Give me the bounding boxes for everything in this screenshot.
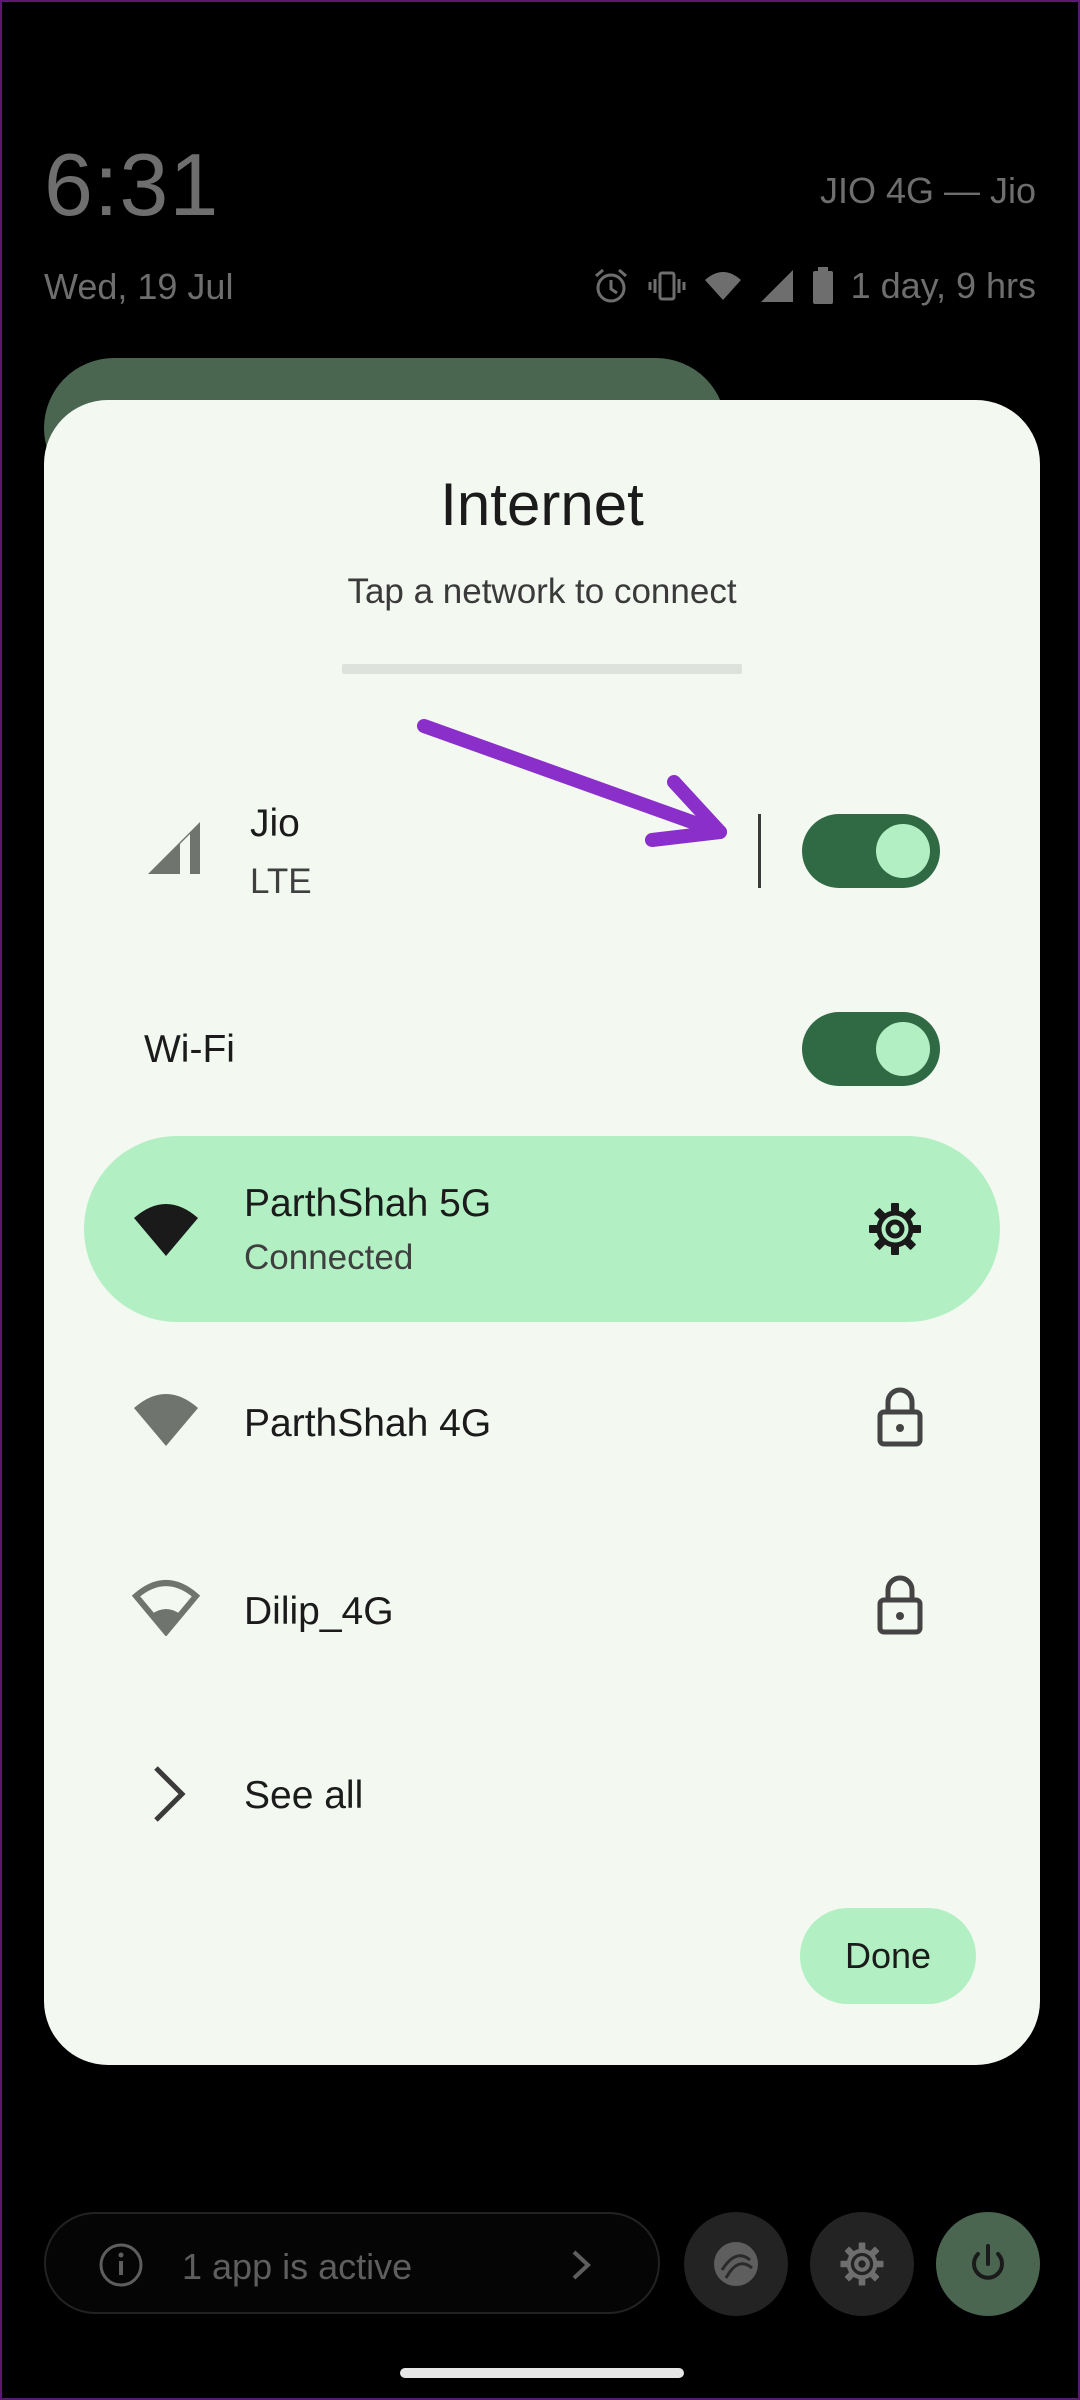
wifi-icon	[703, 266, 743, 306]
network-name: ParthShah 4G	[244, 1402, 492, 1445]
home-indicator[interactable]	[400, 2368, 684, 2378]
power-button[interactable]	[936, 2212, 1040, 2316]
chevron-right-icon	[148, 1764, 188, 1829]
internet-dialog: Internet Tap a network to connect Jio LT…	[44, 400, 1040, 2065]
lock-icon	[876, 1386, 924, 1453]
gear-icon	[840, 2242, 884, 2286]
dialog-title: Internet	[440, 471, 644, 538]
wifi-icon	[132, 1390, 200, 1453]
status-icons: 1 day, 9 hrs	[591, 262, 1036, 310]
see-all-row[interactable]: See all	[44, 1714, 1040, 1874]
clock: 6:31	[44, 135, 220, 234]
mobile-network-name: Jio	[250, 802, 300, 845]
lock-icon	[876, 1574, 924, 1641]
cell-signal-icon	[146, 820, 202, 881]
wifi-label: Wi-Fi	[144, 1028, 235, 1071]
network-item[interactable]: Dilip_4G	[44, 1536, 1040, 1696]
wifi-icon	[132, 1200, 200, 1263]
info-icon	[98, 2242, 144, 2293]
settings-button[interactable]	[810, 2212, 914, 2316]
battery-text: 1 day, 9 hrs	[850, 265, 1036, 306]
toggle-knob	[876, 824, 930, 878]
row-separator	[758, 814, 761, 888]
active-apps-text: 1 app is active	[182, 2246, 413, 2287]
see-all-label: See all	[244, 1774, 364, 1817]
wifi-icon	[131, 1578, 201, 1641]
power-icon	[972, 2244, 1004, 2280]
network-status: Connected	[244, 1238, 414, 1277]
chevron-right-icon	[570, 2248, 594, 2287]
network-item[interactable]: ParthShah 4G	[44, 1348, 1040, 1508]
battery-icon	[811, 266, 835, 306]
date: Wed, 19 Jul	[44, 266, 234, 307]
network-name: Dilip_4G	[244, 1590, 394, 1633]
toggle-knob	[876, 1022, 930, 1076]
dialog-subtitle: Tap a network to connect	[347, 572, 737, 611]
vibrate-icon	[647, 266, 687, 306]
active-apps-pill[interactable]: 1 app is active	[44, 2212, 660, 2314]
gear-icon[interactable]	[866, 1200, 924, 1263]
wifi-toggle-row[interactable]: Wi-Fi	[44, 990, 1040, 1110]
wifi-toggle[interactable]	[802, 1012, 940, 1086]
network-item-connected[interactable]: ParthShah 5G Connected	[84, 1136, 1000, 1322]
avatar-icon	[714, 2242, 758, 2286]
mobile-data-toggle[interactable]	[802, 814, 940, 888]
network-name: ParthShah 5G	[244, 1182, 492, 1225]
mobile-network-type: LTE	[250, 862, 312, 901]
done-button[interactable]: Done	[800, 1908, 976, 2004]
progress-divider	[342, 664, 742, 674]
user-switcher-button[interactable]	[684, 2212, 788, 2316]
cell-signal-icon	[759, 268, 795, 304]
annotation-arrow	[417, 719, 727, 847]
alarm-icon	[591, 266, 631, 306]
carrier-label: JIO 4G — Jio	[819, 170, 1036, 211]
